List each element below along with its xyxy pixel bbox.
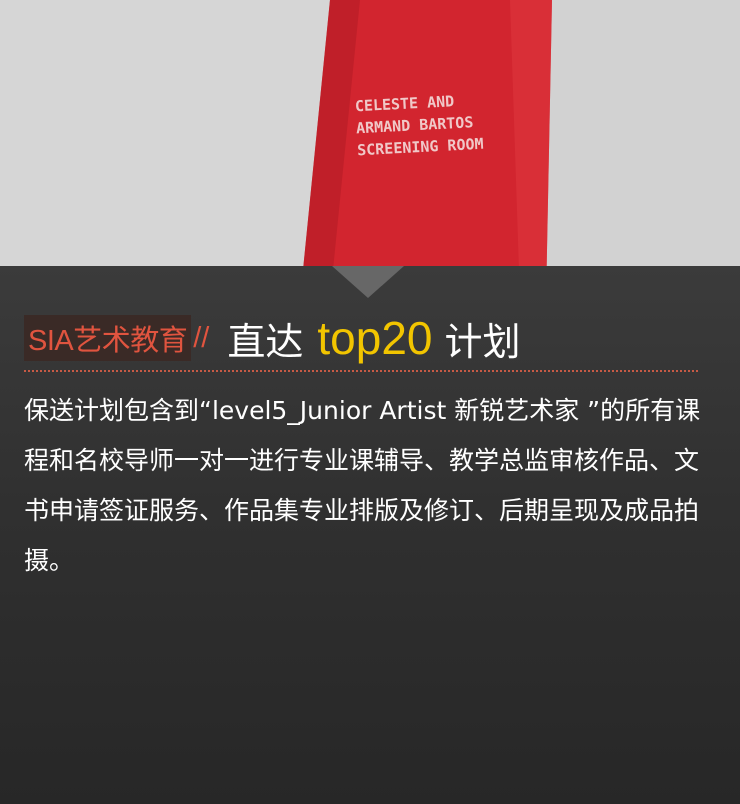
- panel-notch: [332, 266, 404, 298]
- heading-highlight: top20: [317, 312, 433, 364]
- heading-slash: //: [193, 321, 210, 354]
- heading-word-3: 计划: [444, 319, 521, 364]
- dotted-divider: [24, 370, 698, 372]
- hero-photo: CELESTE AND ARMAND BARTOS SCREENING ROOM: [0, 0, 740, 300]
- red-sign-photo: CELESTE AND ARMAND BARTOS SCREENING ROOM: [0, 0, 740, 300]
- section-heading: SIA艺术教育 // 直达 top20 计划: [24, 310, 521, 366]
- heading-word-1: 直达: [227, 319, 304, 364]
- brand-label: SIA艺术教育: [24, 315, 192, 361]
- description-text: 保送计划包含到“level5_Junior Artist 新锐艺术家 ”的所有课…: [24, 396, 701, 575]
